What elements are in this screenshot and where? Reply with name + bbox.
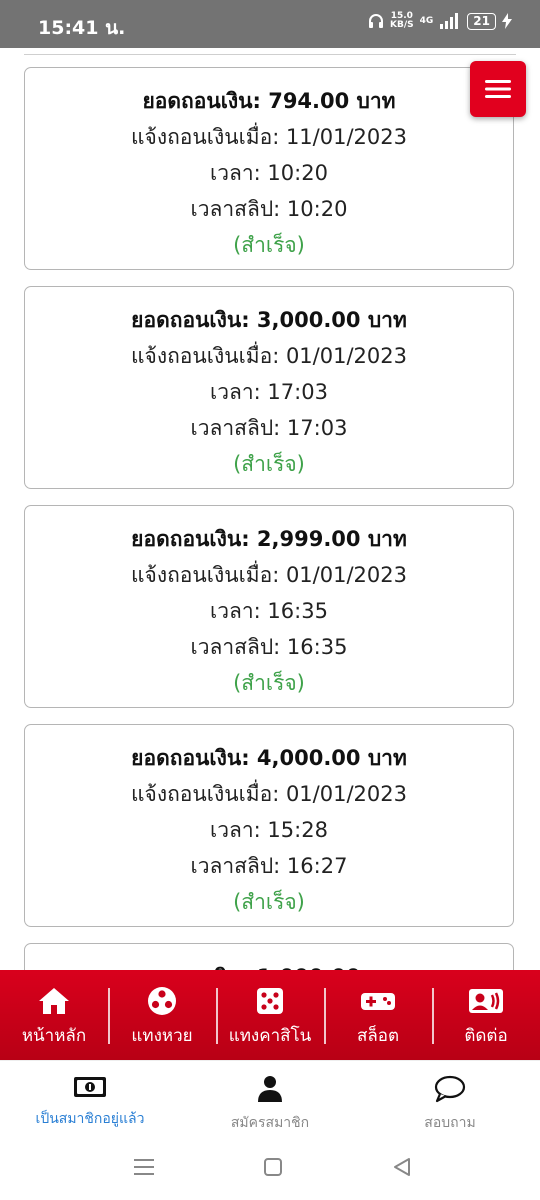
- recent-apps-icon[interactable]: [134, 1158, 154, 1176]
- tab-register-label: สมัครสมาชิก: [230, 1115, 310, 1131]
- nav-casino-label: แทงคาสิโน: [228, 1026, 312, 1046]
- withdrawal-notified-date: แจ้งถอนเงินเมื่อ: 01/01/2023: [131, 563, 407, 587]
- withdrawal-amount: ยอดถอนเงิน: 2,999.00 บาท: [131, 527, 407, 551]
- tab-member-login[interactable]: เป็นสมาชิกอยู่แล้ว: [0, 1061, 180, 1145]
- withdrawal-status: (สำเร็จ): [233, 452, 305, 476]
- back-icon[interactable]: [392, 1157, 412, 1177]
- withdrawal-amount: ยอดถอนเงิน: 794.00 บาท: [142, 89, 396, 113]
- status-time: 15:41 น.: [38, 17, 126, 39]
- withdrawal-card: ยอดถอนเงิน: 3,000.00 บาท แจ้งถอนเงินเมื่…: [24, 286, 514, 489]
- withdrawal-time: เวลา: 15:28: [210, 818, 328, 842]
- hamburger-icon: [485, 80, 511, 98]
- withdrawal-status: (สำเร็จ): [233, 233, 305, 257]
- home-button-icon[interactable]: [263, 1157, 283, 1177]
- lottery-ball-icon: [148, 987, 176, 1015]
- withdrawal-slip-time: เวลาสลิป: 10:20: [190, 197, 348, 221]
- withdrawal-notified-date: แจ้งถอนเงินเมื่อ: 01/01/2023: [131, 344, 407, 368]
- system-nav-bar: [0, 1144, 540, 1200]
- withdrawal-notified-date: แจ้งถอนเงินเมื่อ: 11/01/2023: [131, 125, 407, 149]
- withdrawal-slip-time: เวลาสลิป: 16:35: [190, 635, 348, 659]
- withdrawal-amount: ยอดถอนเงิน: 1,000.00 บาท: [25, 961, 513, 970]
- network-speed: 15.0 KB/S: [390, 11, 414, 30]
- withdrawal-time: เวลา: 17:03: [210, 380, 328, 404]
- withdrawal-notified-date: แจ้งถอนเงินเมื่อ: 01/01/2023: [131, 782, 407, 806]
- tab-member-login-label: เป็นสมาชิกอยู่แล้ว: [35, 1111, 145, 1127]
- withdrawal-card: ยอดถอนเงิน: 4,000.00 บาท แจ้งถอนเงินเมื่…: [24, 724, 514, 927]
- withdrawal-status: (สำเร็จ): [233, 890, 305, 914]
- nav-lottery-label: แทงหวย: [131, 1026, 193, 1046]
- nav-casino[interactable]: แทงคาสิโน: [216, 970, 324, 1060]
- bottom-tab-bar: เป็นสมาชิกอยู่แล้ว สมัครสมาชิก สอบถาม: [0, 1060, 540, 1145]
- withdrawal-card: ยอดถอนเงิน: 2,999.00 บาท แจ้งถอนเงินเมื่…: [24, 505, 514, 708]
- withdrawal-amount: ยอดถอนเงิน: 3,000.00 บาท: [131, 308, 407, 332]
- headphone-icon: [369, 14, 384, 28]
- nav-slot[interactable]: สล็อต: [324, 970, 432, 1060]
- nav-contact[interactable]: ติดต่อ: [432, 970, 540, 1060]
- tab-inquiry-label: สอบถาม: [424, 1115, 476, 1131]
- withdrawal-history-list[interactable]: ยอดถอนเงิน: 794.00 บาท แจ้งถอนเงินเมื่อ:…: [0, 48, 540, 970]
- network-type: 4G: [419, 16, 434, 26]
- status-bar: 15:41 น. 15.0 KB/S 4G 21: [0, 0, 540, 48]
- nav-lottery[interactable]: แทงหวย: [108, 970, 216, 1060]
- nav-slot-label: สล็อต: [356, 1026, 400, 1046]
- divider: [24, 54, 516, 55]
- nav-contact-label: ติดต่อ: [464, 1026, 508, 1046]
- nav-home[interactable]: หน้าหลัก: [0, 970, 108, 1060]
- charging-bolt-icon: [502, 13, 512, 29]
- nav-home-label: หน้าหลัก: [21, 1026, 87, 1046]
- tab-register[interactable]: สมัครสมาชิก: [180, 1061, 360, 1145]
- withdrawal-time: เวลา: 16:35: [210, 599, 328, 623]
- signal-icon: [440, 13, 459, 29]
- home-icon: [39, 988, 69, 1014]
- chat-bubble-icon: [434, 1075, 466, 1103]
- banknote-icon: [74, 1077, 106, 1097]
- status-icons: 15.0 KB/S 4G 21: [368, 12, 512, 30]
- withdrawal-slip-time: เวลาสลิป: 16:27: [190, 854, 348, 878]
- withdrawal-status: (สำเร็จ): [233, 671, 305, 695]
- contact-card-icon: [469, 989, 503, 1013]
- withdrawal-slip-time: เวลาสลิป: 17:03: [190, 416, 348, 440]
- withdrawal-time: เวลา: 10:20: [210, 161, 328, 185]
- main-nav-bar: หน้าหลัก แทงหวย แทงคาสิโน สล็อต ติดต่อ: [0, 970, 540, 1060]
- gamepad-icon: [361, 993, 395, 1010]
- withdrawal-amount: ยอดถอนเงิน: 4,000.00 บาท: [131, 746, 407, 770]
- withdrawal-card: ยอดถอนเงิน: 794.00 บาท แจ้งถอนเงินเมื่อ:…: [24, 67, 514, 270]
- withdrawal-card: ยอดถอนเงิน: 1,000.00 บาท: [24, 943, 514, 970]
- battery-level: 21: [467, 12, 496, 30]
- hamburger-menu-button[interactable]: [470, 61, 526, 117]
- tab-inquiry[interactable]: สอบถาม: [360, 1061, 540, 1145]
- person-icon: [258, 1076, 282, 1102]
- dice-icon: [257, 988, 283, 1014]
